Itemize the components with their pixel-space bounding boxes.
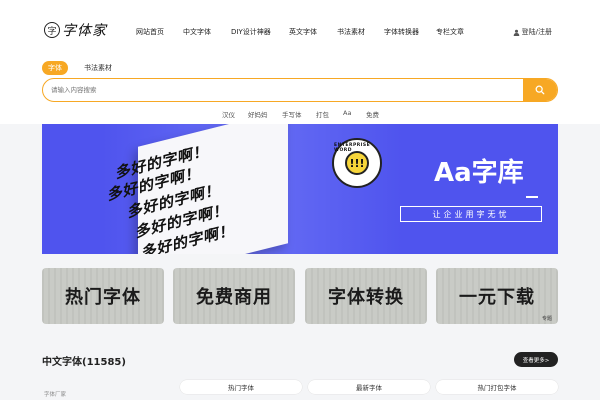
seal-mark: !!!: [345, 151, 369, 175]
nav-diy-tool[interactable]: DIY设计神器: [231, 27, 271, 37]
card-one-yuan-download[interactable]: 一元下载 专题: [436, 268, 558, 324]
filter-tab-hot[interactable]: 热门字体: [180, 380, 302, 394]
nav-home[interactable]: 网站首页: [136, 27, 164, 37]
top-header: 字 字体家 网站首页 中文字体 DIY设计神器 英文字体 书法素材 字体转换器 …: [0, 0, 600, 52]
search-tab-fonts[interactable]: 字体: [42, 61, 68, 75]
hot-keyword[interactable]: 好妈妈: [248, 109, 268, 119]
nav-calligraphy[interactable]: 书法素材: [337, 27, 365, 37]
manufacturer-label: 字体厂家: [44, 392, 67, 398]
section-title: 中文字体(11585): [42, 357, 126, 368]
card-label: 免费商用: [196, 287, 272, 308]
card-label: 一元下载: [459, 287, 535, 308]
banner-paper-illustration: 多好的字啊！ 多好的字啊！ 多好的字啊！ 多好的字啊！ 多好的字啊！: [108, 124, 288, 254]
nav-articles[interactable]: 专栏文章: [436, 27, 464, 37]
login-label: 登陆/注册: [521, 28, 552, 36]
card-tag: 专题: [541, 316, 552, 322]
banner-dash: [526, 196, 538, 198]
search-tab-calligraphy[interactable]: 书法素材: [78, 61, 118, 75]
card-label: 字体转换: [328, 287, 404, 308]
nav-english-fonts[interactable]: 英文字体: [289, 27, 317, 37]
login-link[interactable]: 登陆/注册: [513, 27, 552, 37]
hot-keywords: 汉仪 好妈妈 手写体 打包 Aa 免费: [0, 109, 600, 119]
search-icon: [535, 85, 545, 95]
search-box: [42, 78, 558, 102]
nav-font-converter[interactable]: 字体转换器: [384, 27, 419, 37]
nav-chinese-fonts[interactable]: 中文字体: [183, 27, 211, 37]
hot-keyword[interactable]: 汉仪: [222, 109, 235, 119]
banner-title: Aa字库: [434, 158, 524, 188]
feature-cards: 热门字体 免费商用 字体转换 一元下载 专题: [42, 268, 558, 324]
card-font-convert[interactable]: 字体转换: [305, 268, 427, 324]
seal-text: ENTERPRISE WORD: [334, 143, 371, 153]
hot-keyword[interactable]: 打包: [316, 109, 329, 119]
enterprise-word-seal: ENTERPRISE WORD !!!: [332, 138, 382, 188]
search-button[interactable]: [523, 79, 557, 101]
promo-banner[interactable]: 多好的字啊！ 多好的字啊！ 多好的字啊！ 多好的字啊！ 多好的字啊！ ENTER…: [42, 124, 558, 254]
filter-tab-hot-packs[interactable]: 热门打包字体: [436, 380, 558, 394]
hot-keyword[interactable]: Aa: [343, 109, 351, 117]
search-input[interactable]: [51, 83, 511, 97]
main-nav: 网站首页 中文字体 DIY设计神器 英文字体 书法素材 字体转换器 专栏文章: [0, 27, 600, 39]
view-more-button[interactable]: 查看更多>: [514, 352, 558, 367]
card-hot-fonts[interactable]: 热门字体: [42, 268, 164, 324]
card-label: 热门字体: [65, 287, 141, 308]
filter-tab-latest[interactable]: 最新字体: [308, 380, 430, 394]
hot-keyword[interactable]: 免费: [366, 109, 379, 119]
hot-keyword[interactable]: 手写体: [282, 109, 302, 119]
search-tabs: 字体 书法素材: [42, 61, 118, 75]
card-free-commercial[interactable]: 免费商用: [173, 268, 295, 324]
user-icon: [513, 29, 519, 36]
banner-subtitle: 让企业用字无忧: [400, 206, 542, 222]
search-section: 字体 书法素材 汉仪 好妈妈 手写体 打包 Aa 免费: [0, 52, 600, 124]
